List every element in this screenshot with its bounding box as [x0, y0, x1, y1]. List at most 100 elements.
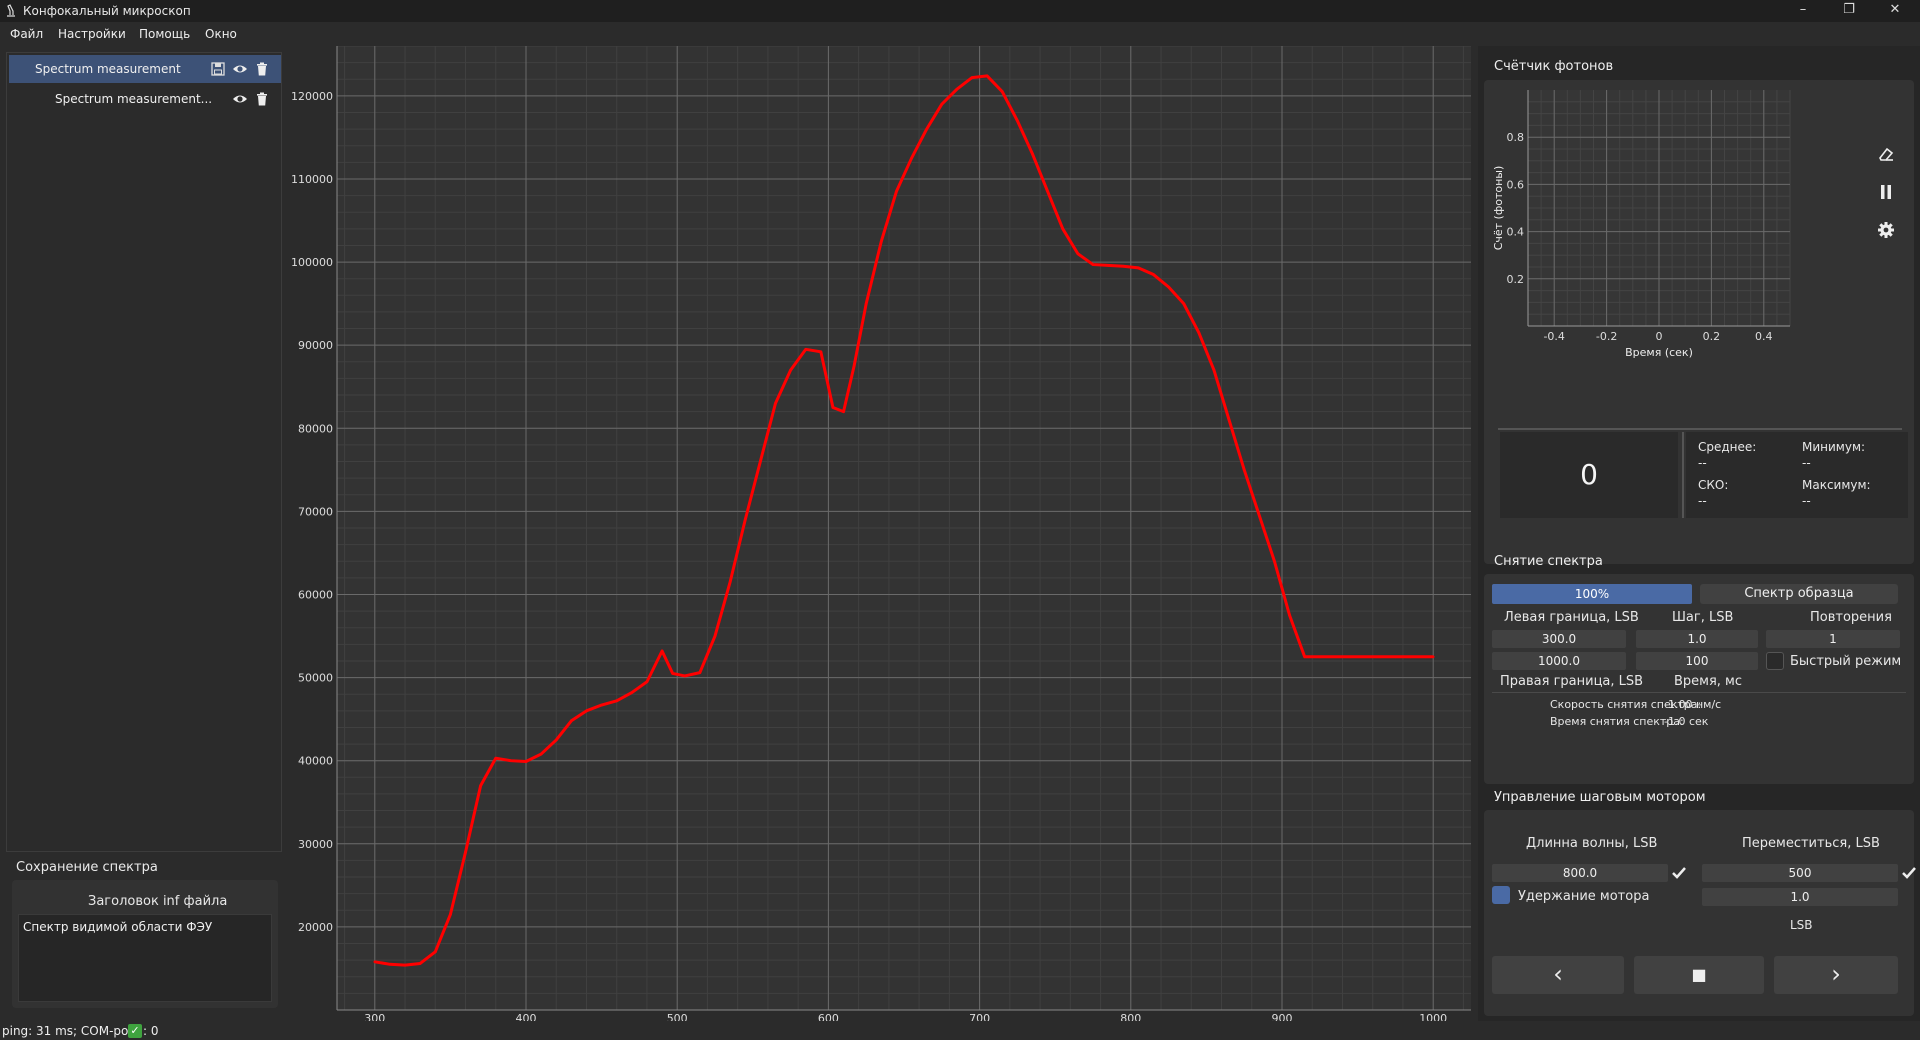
data-point — [819, 350, 823, 354]
photon-counter-title: Счётчик фотонов — [1494, 59, 1614, 74]
gear-icon[interactable] — [1876, 220, 1896, 240]
data-point — [759, 460, 762, 463]
header-label: Заголовок inf файла — [88, 894, 228, 909]
max-label: Максимум: — [1802, 478, 1871, 492]
sko-label: СКО: — [1698, 478, 1729, 492]
hold-motor-checkbox[interactable] — [1492, 886, 1510, 904]
spectrum-plot[interactable]: 300 400 500 600 700 800 900 1000 20000 30000 40000… — [289, 45, 1471, 1025]
time-input[interactable]: 100 — [1636, 652, 1758, 670]
y-tick-label: 120000 — [291, 90, 333, 103]
data-point — [373, 960, 377, 964]
menu-file[interactable]: Файл — [10, 27, 43, 41]
data-point — [683, 674, 687, 678]
data-point — [388, 962, 392, 966]
data-point — [1106, 264, 1110, 267]
speed-label: Скорость снятия спектра: — [1550, 698, 1702, 711]
data-point — [433, 950, 437, 954]
x-tick-label: 600 — [818, 1012, 839, 1021]
data-point — [1000, 90, 1004, 94]
measurement-item[interactable]: Spectrum measurement — [9, 55, 281, 83]
y-tick-label: 0.6 — [1507, 178, 1525, 191]
divider — [1498, 428, 1902, 430]
trash-icon[interactable] — [254, 61, 270, 77]
status-text: ping: 31 ms; COM-port — [2, 1024, 139, 1038]
microscope-icon — [7, 4, 15, 17]
menu-help[interactable]: Помощь — [139, 27, 190, 41]
save-spectrum-panel: Сохранение спектра Заголовок inf файла С… — [6, 852, 282, 1012]
sample-spectrum-button[interactable]: Спектр образца — [1700, 584, 1898, 604]
data-point — [1242, 468, 1246, 472]
eye-icon[interactable] — [232, 91, 248, 107]
menu-window[interactable]: Окно — [205, 27, 237, 41]
data-point — [630, 691, 634, 694]
data-point — [1091, 263, 1095, 266]
prev-button[interactable]: ‹ — [1492, 956, 1624, 994]
save-box: Заголовок inf файла Спектр видимой облас… — [12, 880, 278, 1008]
eye-icon[interactable] — [232, 61, 248, 77]
stop-button[interactable]: ■ — [1634, 956, 1764, 994]
divider — [1492, 692, 1906, 693]
repeat-input[interactable]: 1 — [1766, 630, 1900, 648]
maximize-button[interactable]: ❐ — [1826, 0, 1872, 22]
photon-counter-chart[interactable]: -0.4 -0.2 0 0.2 0.4 0.2 0.4 0.6 0.8 Время (сек) Сч… — [1484, 80, 1864, 410]
mean-value: -- — [1698, 456, 1707, 470]
data-point — [1197, 331, 1201, 335]
spectrum-chart[interactable]: 300 400 500 600 700 800 900 1000 20000 30000 40000… — [289, 45, 1471, 1025]
move-input[interactable]: 500 — [1702, 864, 1898, 882]
y-tick-label: 20000 — [298, 921, 333, 934]
measurement-item[interactable]: Spectrum measurement... — [9, 85, 281, 113]
data-point — [570, 719, 573, 723]
data-point — [743, 518, 747, 521]
min-value: -- — [1802, 456, 1811, 470]
pause-icon[interactable] — [1876, 182, 1896, 202]
x-tick-label: 400 — [516, 1012, 537, 1021]
menu-settings[interactable]: Настройки — [58, 27, 126, 41]
wavelength-input[interactable]: 800.0 — [1492, 864, 1668, 882]
data-point — [852, 364, 856, 368]
x-tick-label: 900 — [1272, 1012, 1293, 1021]
close-button[interactable]: ✕ — [1872, 0, 1918, 22]
status-bar: ping: 31 ms; COM-port ✓ : 0 — [0, 1022, 1920, 1040]
right-bound-input[interactable]: 1000.0 — [1492, 652, 1626, 670]
data-point — [804, 348, 808, 351]
data-point — [600, 703, 603, 707]
step-size-input[interactable]: 1.0 — [1702, 888, 1898, 906]
minimize-button[interactable]: – — [1780, 0, 1826, 22]
eraser-icon[interactable] — [1876, 144, 1896, 164]
data-point — [940, 102, 944, 106]
data-point — [1016, 119, 1019, 123]
save-icon[interactable] — [210, 61, 226, 77]
x-tick-label: 1000 — [1419, 1012, 1447, 1021]
y-tick-label: 90000 — [298, 339, 333, 352]
fast-mode-checkbox[interactable] — [1766, 652, 1784, 670]
check-icon[interactable] — [1900, 864, 1918, 882]
data-point — [970, 76, 974, 79]
move-label: Переместиться, LSB — [1742, 836, 1880, 851]
x-tick-label: 800 — [1120, 1012, 1141, 1021]
check-icon[interactable] — [1670, 864, 1688, 882]
trash-icon[interactable] — [254, 91, 270, 107]
data-point — [449, 913, 452, 916]
data-point — [925, 127, 928, 131]
left-bound-input[interactable]: 300.0 — [1492, 630, 1626, 648]
step-input[interactable]: 1.0 — [1636, 630, 1758, 648]
status-suffix: : 0 — [143, 1024, 159, 1038]
data-point — [1121, 264, 1125, 268]
x-tick-label: 300 — [364, 1012, 385, 1021]
data-point — [660, 649, 664, 653]
max-value: -- — [1802, 494, 1811, 508]
data-point — [774, 402, 777, 405]
repeat-label: Повторения — [1810, 610, 1892, 625]
spectrum-group: 100% Спектр образца Левая граница, LSB Ш… — [1484, 574, 1914, 784]
y-tick-label: 0.2 — [1507, 273, 1525, 286]
x-tick-label: -0.4 — [1543, 330, 1564, 343]
x-tick-label: 700 — [969, 1012, 990, 1021]
next-button[interactable]: › — [1774, 956, 1898, 994]
data-point — [1227, 418, 1231, 422]
unit-label: LSB — [1790, 918, 1813, 932]
header-textarea[interactable]: Спектр видимой области ФЭУ — [18, 914, 272, 1002]
data-point — [1152, 273, 1155, 276]
data-point — [895, 190, 898, 193]
divider — [1682, 432, 1684, 518]
count-display: 0 — [1500, 432, 1678, 518]
